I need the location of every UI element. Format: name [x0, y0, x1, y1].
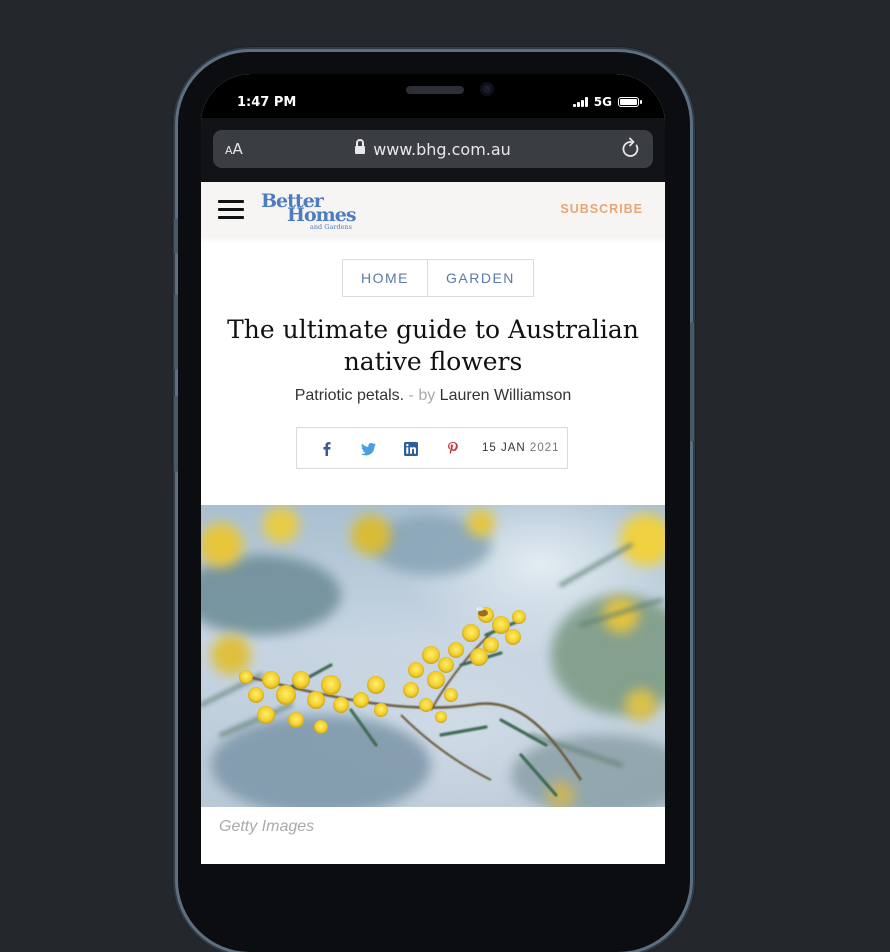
facebook-icon[interactable] [317, 439, 337, 459]
breadcrumb-garden[interactable]: GARDEN [427, 260, 533, 296]
publish-date-year: 2021 [529, 442, 560, 454]
camera-icon [480, 82, 494, 96]
author-name[interactable]: Lauren Williamson [440, 387, 572, 404]
breadcrumb: HOME GARDEN [342, 259, 534, 297]
breadcrumb-home[interactable]: HOME [343, 260, 427, 296]
status-indicators: 5G [572, 95, 642, 109]
phone-side-button [690, 322, 694, 442]
reload-icon[interactable] [621, 137, 641, 159]
phone-side-button [174, 294, 178, 370]
network-label: 5G [593, 95, 612, 109]
speaker-grille [406, 86, 464, 94]
subscribe-link[interactable]: SUBSCRIBE [560, 202, 643, 216]
site-logo[interactable]: Better Homes and Gardens [261, 190, 371, 232]
share-bar: 15 JAN 2021 [296, 427, 568, 469]
linkedin-icon[interactable] [401, 439, 421, 459]
url-text: www.bhg.com.au [373, 140, 511, 159]
article-subtitle: Patriotic petals. [294, 387, 405, 404]
phone-side-button [174, 218, 178, 254]
article-title: The ultimate guide to Australian native … [201, 314, 665, 378]
image-caption: Getty Images [219, 818, 315, 835]
address-bar[interactable]: AA www.bhg.com.au [213, 130, 653, 168]
status-time: 1:47 PM [237, 95, 297, 110]
site-header: Better Homes and Gardens SUBSCRIBE [201, 182, 665, 238]
wattle-flowers-photo [201, 507, 665, 807]
twitter-icon[interactable] [359, 439, 379, 459]
article-byline: Patriotic petals. - by Lauren Williamson [201, 387, 665, 405]
url-display[interactable]: www.bhg.com.au [213, 139, 653, 159]
pinterest-icon[interactable] [443, 439, 463, 459]
publish-date-day-month: 15 JAN [482, 442, 526, 454]
signal-icon [572, 97, 588, 107]
notch [308, 74, 558, 112]
browser-toolbar: AA www.bhg.com.au [201, 118, 665, 182]
lock-icon [355, 139, 366, 154]
hero-image [201, 505, 665, 807]
logo-text-gardens: and Gardens [310, 223, 352, 231]
article-title-line: The ultimate guide to Australian [227, 315, 639, 344]
phone-screen: 1:47 PM 5G AA www.bhg.com.au Better Home… [201, 74, 665, 864]
phone-side-button [174, 396, 178, 472]
publish-date: 15 JAN 2021 [482, 442, 560, 454]
battery-icon [618, 97, 642, 107]
by-label: - by [408, 387, 436, 404]
menu-icon[interactable] [218, 200, 244, 220]
article-title-line: native flowers [343, 347, 523, 376]
